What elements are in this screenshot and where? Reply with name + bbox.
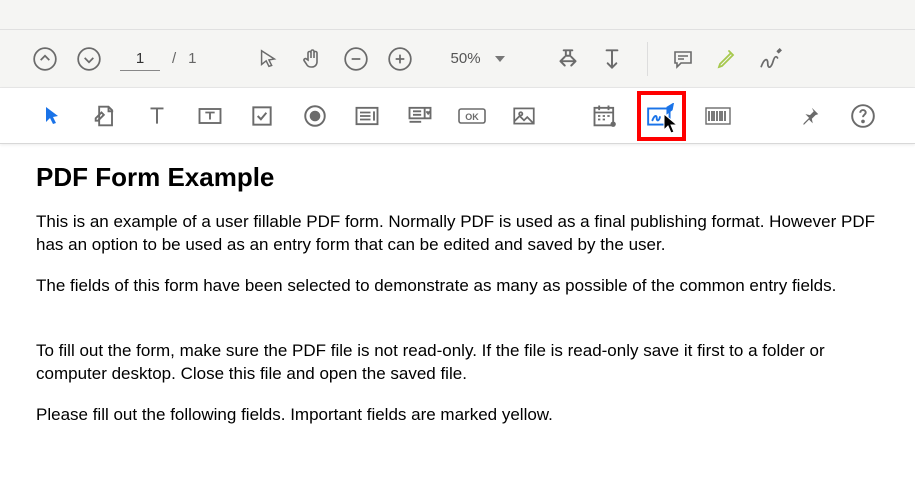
zoom-out-button[interactable] [337,40,375,78]
date-field-button[interactable] [585,95,625,137]
svg-text:OK: OK [465,112,479,122]
toolbar-divider [647,42,648,76]
page-total: 1 [188,50,208,67]
page-down-button[interactable] [70,40,108,78]
menubar-strip [0,0,915,30]
document-paragraph: Please fill out the following fields. Im… [36,404,879,427]
text-box-button[interactable] [189,95,229,137]
page-number-input[interactable] [120,47,160,71]
main-toolbar: / 1 50% [0,30,915,88]
document-paragraph: To fill out the form, make sure the PDF … [36,340,879,386]
sign-button[interactable] [752,40,790,78]
comment-button[interactable] [664,40,702,78]
highlight-button[interactable] [708,40,746,78]
zoom-in-button[interactable] [381,40,419,78]
select-tool-button[interactable] [249,40,287,78]
fit-width-button[interactable] [549,40,587,78]
checkbox-field-button[interactable] [242,95,282,137]
text-field-button[interactable] [137,95,177,137]
chevron-down-icon [495,56,505,62]
edit-form-button[interactable] [84,95,124,137]
button-field-button[interactable]: OK [452,95,492,137]
pointer-tool-button[interactable] [32,95,72,137]
barcode-field-button[interactable] [698,95,738,137]
document-paragraph: This is an example of a user fillable PD… [36,211,879,257]
radio-field-button[interactable] [294,95,334,137]
combobox-field-button[interactable] [399,95,439,137]
fit-page-button[interactable] [593,40,631,78]
document-page: PDF Form Example This is an example of a… [0,144,915,463]
page-separator: / [166,50,182,67]
page-up-button[interactable] [26,40,64,78]
listbox-field-button[interactable] [347,95,387,137]
document-title: PDF Form Example [36,162,879,193]
document-paragraph: The fields of this form have been select… [36,275,879,298]
help-button[interactable] [843,95,883,137]
hand-tool-button[interactable] [293,40,331,78]
zoom-level-select[interactable]: 50% [447,50,509,67]
zoom-level-value: 50% [451,50,481,67]
image-field-button[interactable] [504,95,544,137]
forms-toolbar: OK [0,88,915,144]
pin-toolbar-button[interactable] [790,95,830,137]
signature-field-button-highlighted[interactable] [637,91,685,141]
